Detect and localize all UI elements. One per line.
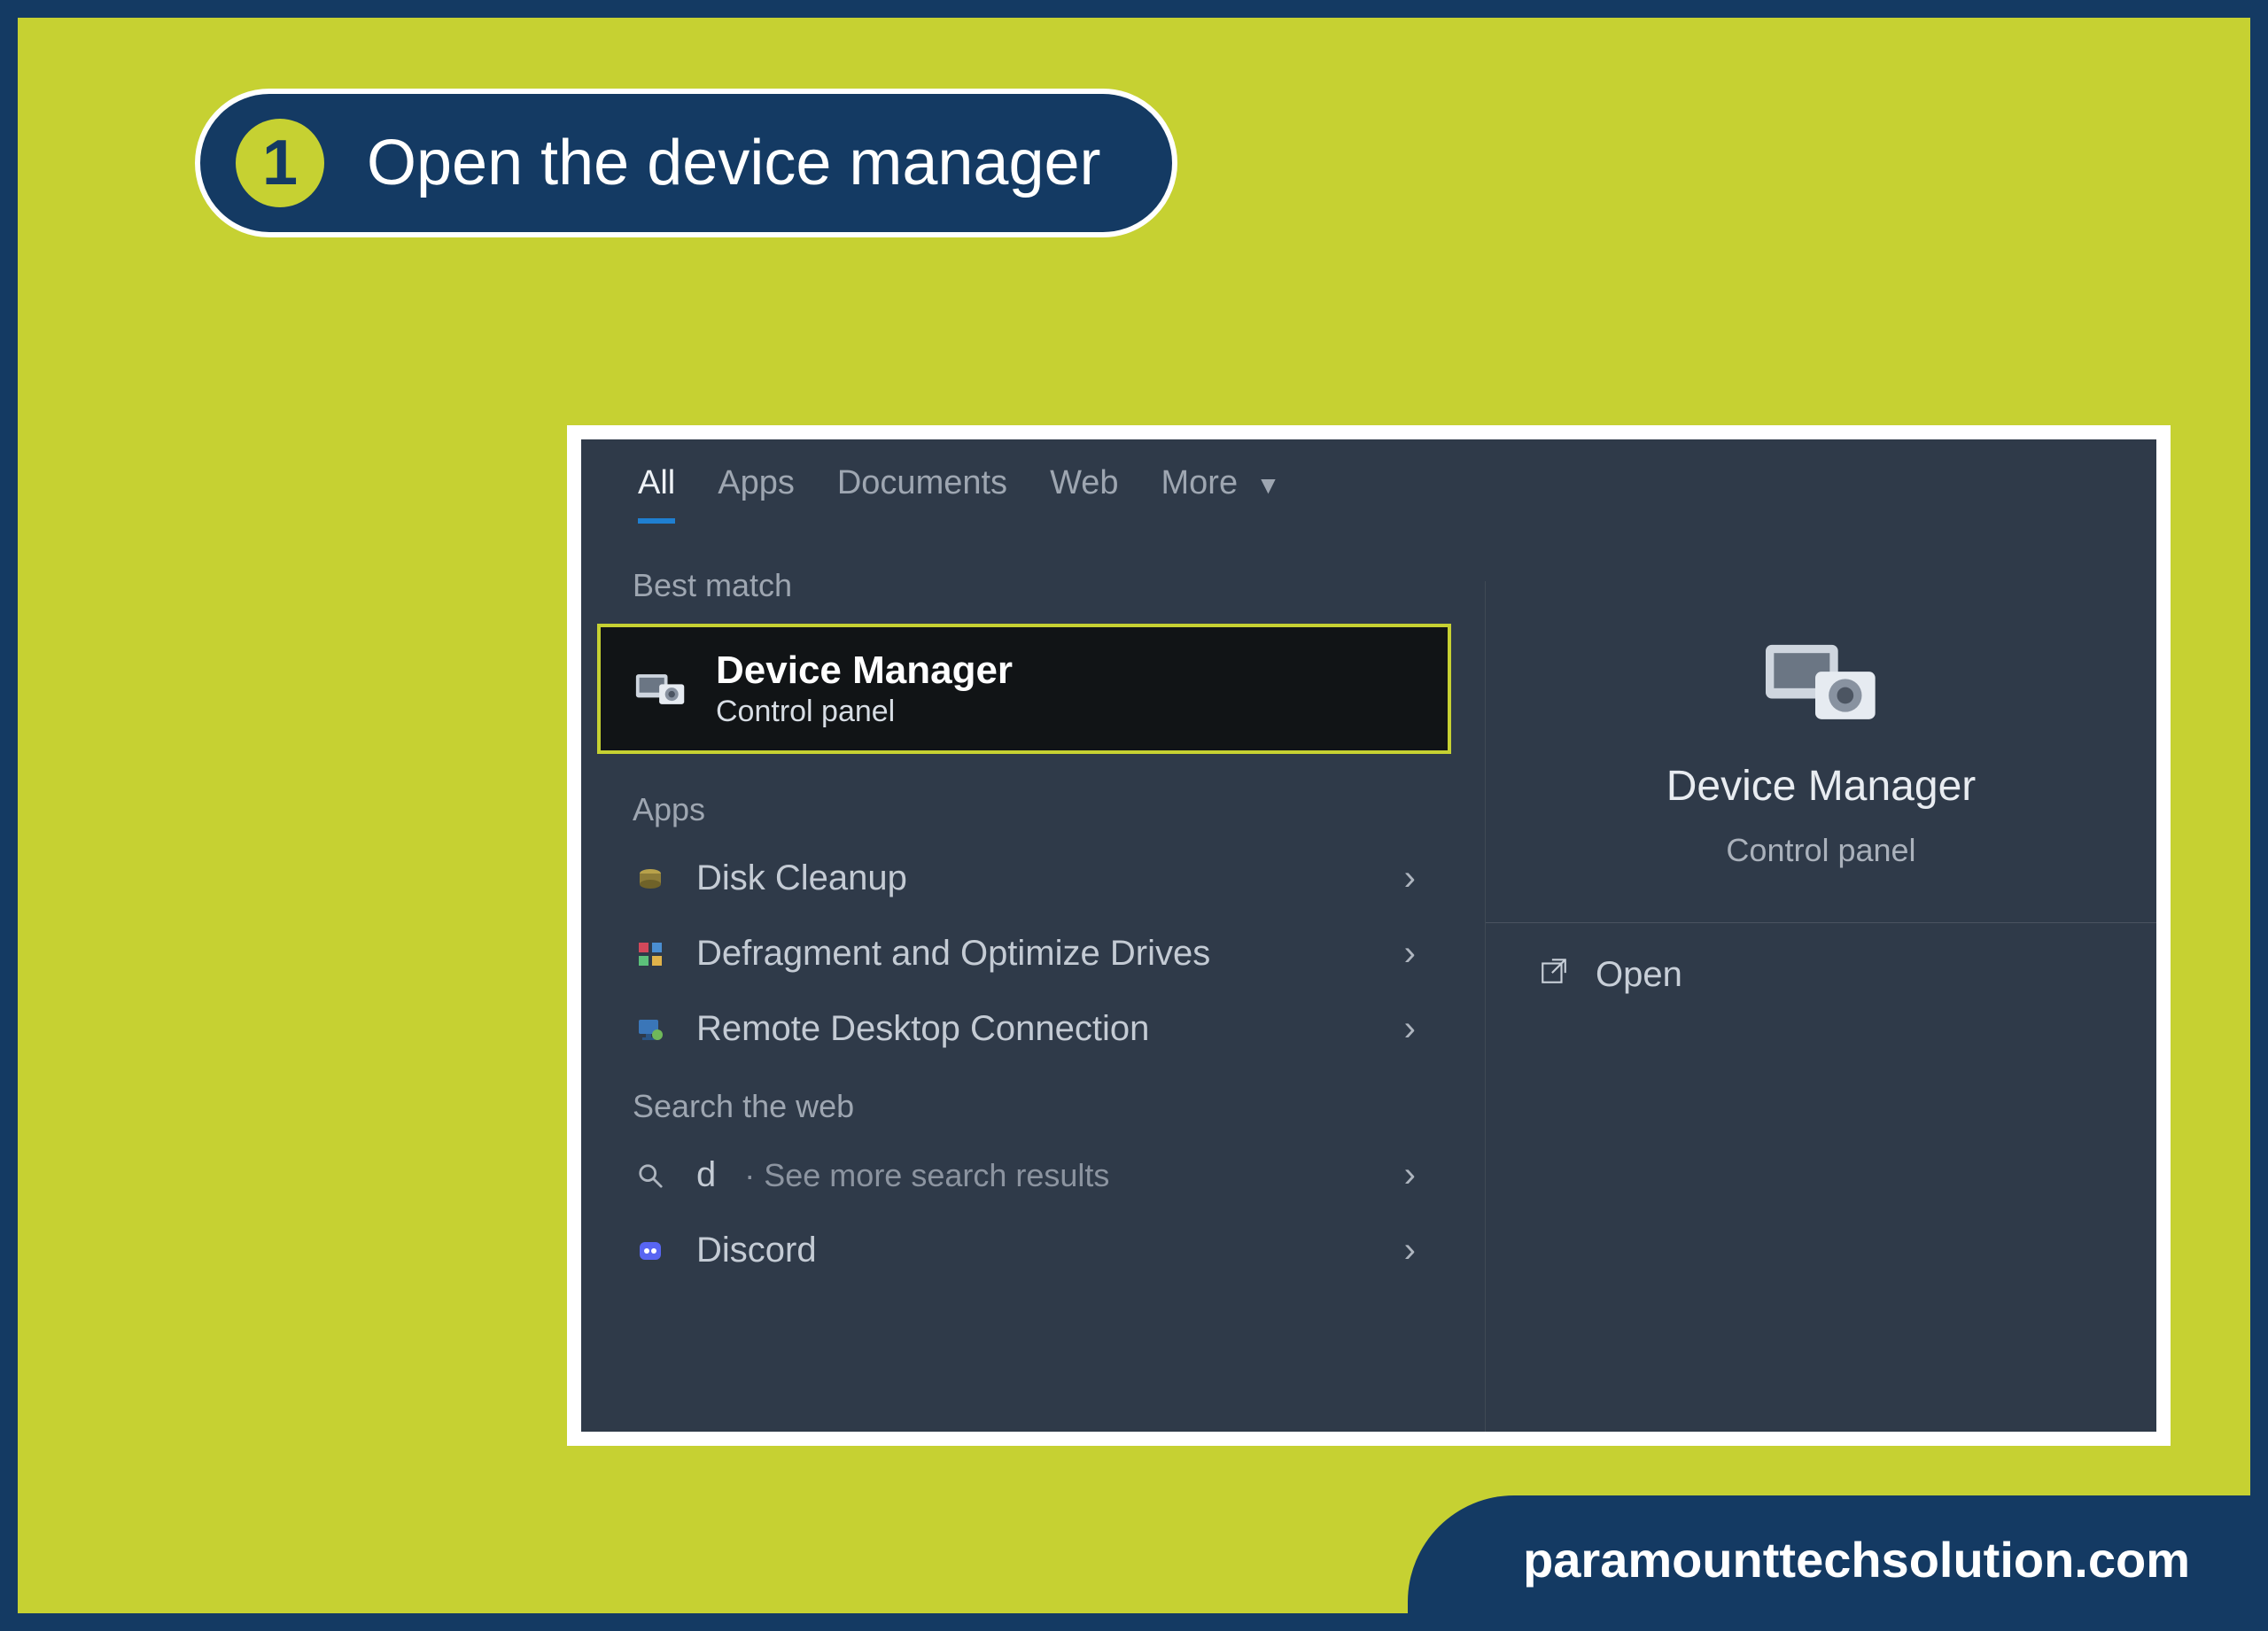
tab-label: Documents [837, 464, 1007, 501]
open-icon [1539, 955, 1569, 995]
chevron-right-icon: › [1404, 858, 1416, 898]
screenshot-frame: All Apps Documents Web More ▼ Best match [567, 425, 2171, 1446]
disk-cleanup-icon [633, 861, 668, 897]
chevron-right-icon: › [1404, 1009, 1416, 1049]
footer-site-text: paramounttechsolution.com [1523, 1532, 2190, 1588]
search-preview-column: Device Manager Control panel Open [1485, 581, 2156, 1432]
chevron-right-icon: › [1404, 1155, 1416, 1195]
footer-site-ribbon: paramounttechsolution.com [1408, 1495, 2261, 1624]
app-result-remote-desktop[interactable]: Remote Desktop Connection › [597, 991, 1451, 1067]
search-icon [633, 1158, 668, 1193]
app-label: Disk Cleanup [696, 858, 1376, 898]
tab-label: Web [1050, 464, 1118, 501]
app-label: Defragment and Optimize Drives [696, 934, 1376, 974]
app-label: Remote Desktop Connection [696, 1009, 1376, 1049]
preview-hero: Device Manager Control panel [1486, 581, 2156, 905]
app-result-defragment[interactable]: Defragment and Optimize Drives › [597, 916, 1451, 991]
preview-action-open[interactable]: Open [1486, 923, 2156, 1027]
defrag-icon [633, 936, 668, 972]
preview-subtitle: Control panel [1726, 832, 1915, 869]
web-hint: · See more search results [744, 1157, 1109, 1194]
discord-icon [633, 1233, 668, 1269]
search-results-column: Best match Device Manager Contro [581, 546, 1467, 1288]
web-query: d [696, 1155, 716, 1195]
windows-search-panel: All Apps Documents Web More ▼ Best match [581, 439, 2156, 1432]
tab-all[interactable]: All [638, 464, 675, 518]
tab-apps[interactable]: Apps [718, 464, 795, 518]
device-manager-icon [633, 664, 689, 714]
tab-documents[interactable]: Documents [837, 464, 1007, 518]
web-result-see-more[interactable]: d · See more search results › [597, 1138, 1451, 1213]
search-filter-tabs: All Apps Documents Web More ▼ [581, 439, 2156, 518]
tab-more[interactable]: More ▼ [1161, 464, 1281, 518]
step-title: Open the device manager [367, 127, 1101, 199]
tab-label: Apps [718, 464, 795, 501]
web-hint-text: See more search results [764, 1157, 1109, 1193]
tab-label: More [1161, 464, 1239, 501]
section-best-match-label: Best match [597, 546, 1451, 617]
tutorial-slide: 1 Open the device manager All Apps Docum… [0, 0, 2268, 1631]
app-result-disk-cleanup[interactable]: Disk Cleanup › [597, 841, 1451, 916]
section-apps-label: Apps [597, 770, 1451, 841]
step-number: 1 [262, 127, 298, 199]
preview-title: Device Manager [1666, 762, 1977, 811]
section-web-label: Search the web [597, 1067, 1451, 1138]
app-label: Discord [696, 1231, 1376, 1270]
chevron-down-icon: ▼ [1256, 471, 1281, 499]
best-match-subtitle: Control panel [716, 695, 1013, 729]
preview-action-label: Open [1596, 955, 1682, 995]
web-result-discord[interactable]: Discord › [597, 1213, 1451, 1288]
best-match-result[interactable]: Device Manager Control panel [597, 624, 1451, 754]
chevron-right-icon: › [1404, 1231, 1416, 1270]
step-header: 1 Open the device manager [195, 89, 1177, 237]
best-match-title: Device Manager [716, 649, 1013, 693]
chevron-right-icon: › [1404, 934, 1416, 974]
tab-label: All [638, 464, 675, 501]
step-number-badge: 1 [236, 119, 324, 207]
best-match-text: Device Manager Control panel [716, 649, 1013, 729]
remote-desktop-icon [633, 1012, 668, 1047]
tab-web[interactable]: Web [1050, 464, 1118, 518]
device-manager-icon [1759, 634, 1884, 741]
